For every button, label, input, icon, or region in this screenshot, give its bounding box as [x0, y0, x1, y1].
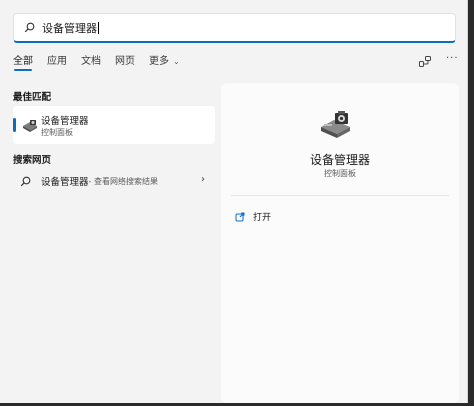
open-external-icon — [235, 207, 245, 226]
text-caret — [98, 21, 99, 34]
tab-label: 网页 — [115, 56, 135, 67]
background-edge — [468, 0, 474, 406]
search-box[interactable]: 设备管理器 — [13, 13, 456, 43]
web-result-desc: - 查看网络搜索结果 — [88, 176, 158, 186]
tab-label: 全部 — [13, 56, 33, 67]
device-manager-icon — [21, 117, 39, 133]
selection-indicator — [13, 118, 16, 132]
share-icon[interactable] — [418, 54, 432, 68]
chevron-down-icon: ⌄ — [173, 57, 180, 66]
tab-apps[interactable]: 应用 — [47, 54, 67, 76]
tab-label: 文档 — [81, 56, 101, 67]
search-input[interactable]: 设备管理器 — [42, 20, 97, 36]
filter-tabs: 全部 应用 文档 网页 更多 ⌄ — [13, 54, 194, 76]
search-icon — [13, 176, 37, 187]
best-match-heading: 最佳匹配 — [13, 92, 52, 103]
more-options-button[interactable]: ··· — [446, 53, 459, 64]
tab-web[interactable]: 网页 — [115, 54, 135, 76]
best-match-result[interactable]: 设备管理器 控制面板 — [13, 106, 215, 144]
open-action[interactable]: 打开 — [235, 207, 271, 226]
detail-title: 设备管理器 — [309, 153, 370, 167]
device-manager-icon — [319, 110, 353, 140]
result-name: 设备管理器 — [41, 116, 89, 127]
divider — [231, 195, 449, 196]
web-search-result[interactable]: 设备管理器 - 查看网络搜索结果 › — [13, 170, 215, 192]
detail-panel: 设备管理器 控制面板 打开 — [221, 83, 459, 403]
web-result-label: 设备管理器 — [41, 177, 89, 188]
tab-label: 应用 — [47, 56, 67, 67]
tab-more[interactable]: 更多 ⌄ — [149, 54, 180, 76]
search-icon — [16, 22, 42, 33]
web-search-heading: 搜索网页 — [13, 155, 52, 166]
search-window: 设备管理器 全部 应用 文档 网页 更多 ⌄ ··· 最佳匹配 设备管理器 控制面… — [0, 0, 468, 403]
tab-documents[interactable]: 文档 — [81, 54, 101, 76]
tab-label: 更多 — [149, 56, 169, 67]
chevron-right-icon[interactable]: › — [201, 174, 205, 185]
open-action-label: 打开 — [253, 213, 272, 223]
result-subtitle: 控制面板 — [41, 128, 73, 137]
detail-subtitle: 控制面板 — [324, 169, 356, 178]
tab-all[interactable]: 全部 — [13, 54, 33, 76]
